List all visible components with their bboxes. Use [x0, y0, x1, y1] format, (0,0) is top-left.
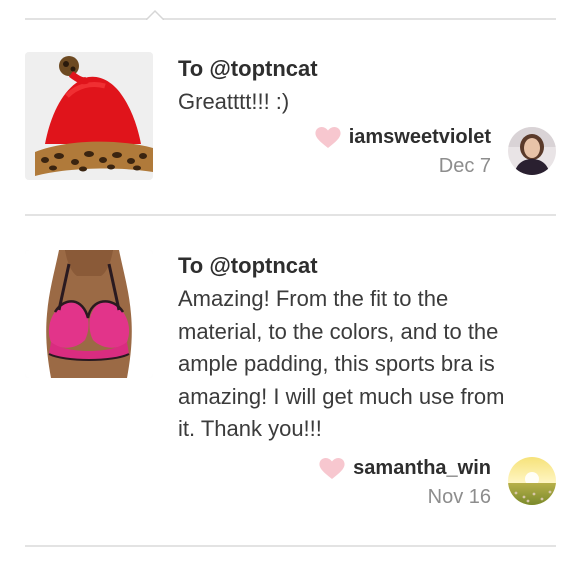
review-content: To @toptncat Greatttt!!! :): [178, 54, 558, 119]
item-thumbnail[interactable]: [25, 250, 153, 378]
sunset-field-avatar-image: [508, 457, 556, 505]
review-message-line: ample padding, this sports bra is: [178, 351, 495, 376]
review-divider: [25, 545, 556, 547]
review-message-line: material, to the colors, and to the: [178, 318, 499, 344]
review-recipient[interactable]: To @toptncat: [178, 251, 558, 281]
santa-hat-image: [25, 52, 153, 180]
avatar[interactable]: [508, 127, 556, 175]
review-message: Amazing! From the fit to the material, t…: [178, 283, 558, 446]
item-thumbnail[interactable]: [25, 52, 153, 180]
reviewer-username[interactable]: iamsweetviolet: [349, 126, 491, 149]
woman-avatar-image: [508, 127, 556, 175]
review-message-line: Amazing! From the fit to the: [178, 286, 449, 311]
heart-icon: [319, 457, 345, 479]
heart-icon: [315, 126, 341, 148]
sports-bra-image: [25, 250, 153, 378]
reviewer-username[interactable]: samantha_win: [353, 457, 491, 480]
avatar[interactable]: [508, 457, 556, 505]
review-meta: iamsweetviolet Dec 7: [315, 126, 491, 178]
review-date: Nov 16: [427, 486, 491, 508]
review-recipient[interactable]: To @toptncat: [178, 54, 558, 84]
review-content: To @toptncat Amazing! From the fit to th…: [178, 251, 558, 446]
top-divider: [25, 18, 556, 20]
review-message: Greatttt!!! :): [178, 89, 290, 114]
review-message-line: it. Thank you!!!: [178, 416, 322, 441]
caret-pointer: [146, 9, 164, 20]
review-date: Dec 7: [438, 155, 491, 177]
review-message-line: amazing! I will get much use from: [178, 383, 505, 409]
review-divider: [25, 214, 556, 216]
review-meta: samantha_win Nov 16: [319, 457, 491, 509]
